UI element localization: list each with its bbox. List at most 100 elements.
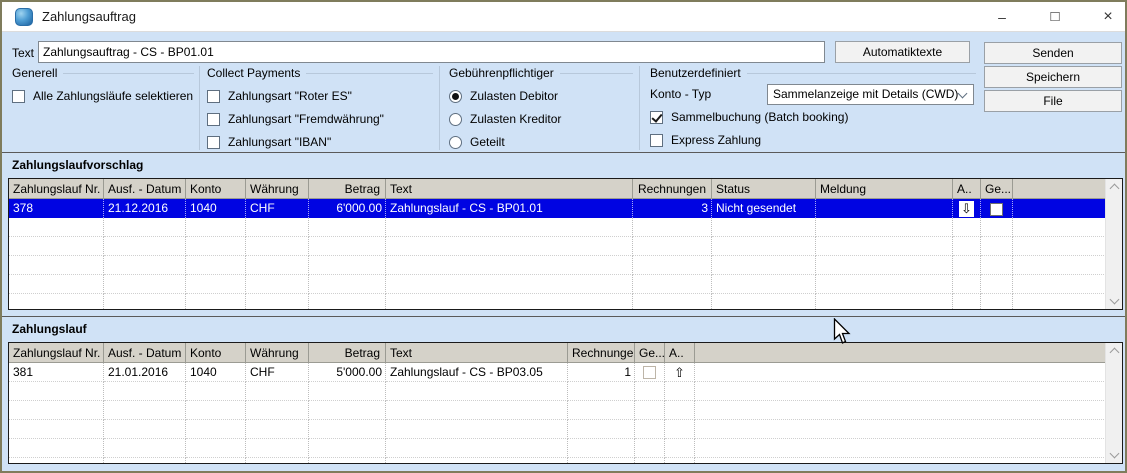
lauf-table: Zahlungslauf Nr. Ausf. - Datum Konto Wäh…	[8, 342, 1123, 464]
scroll-down-icon[interactable]	[1110, 449, 1120, 459]
automatiktexte-button[interactable]: Automatiktexte	[835, 41, 970, 63]
row-checkbox[interactable]	[990, 203, 1003, 216]
vorschlag-table-row[interactable]: 378 21.12.2016 1040 CHF 6'000.00 Zahlung…	[9, 199, 1122, 218]
cell-ge-checkbox[interactable]	[635, 363, 665, 382]
column-header[interactable]: Ge...	[981, 179, 1013, 199]
text-input[interactable]	[38, 41, 825, 63]
column-header[interactable]: Ausf. - Datum	[104, 179, 186, 199]
empty-row: ..........	[9, 439, 1122, 458]
top-panel: Text Automatiktexte Senden Speichern Fil…	[2, 33, 1125, 152]
zahlungsart-iban-checkbox[interactable]	[207, 136, 220, 149]
empty-row: ..........	[9, 458, 1122, 464]
group-divider	[639, 66, 640, 150]
cell-konto: 1040	[186, 199, 246, 218]
zahlungsart-roter-es-checkbox[interactable]	[207, 90, 220, 103]
column-header[interactable]: A..	[953, 179, 981, 199]
column-header[interactable]: Ausf. - Datum	[104, 343, 186, 363]
speichern-button[interactable]: Speichern	[984, 66, 1122, 88]
column-header[interactable]: Währung	[246, 179, 309, 199]
zahlungsart-iban-row[interactable]: Zahlungsart "IBAN"	[207, 135, 433, 149]
zulasten-kreditor-row[interactable]: Zulasten Kreditor	[449, 112, 633, 126]
cell-waehrung: CHF	[246, 199, 309, 218]
group-divider	[439, 66, 440, 150]
cell-meldung	[816, 199, 953, 218]
minimize-button[interactable]: –	[985, 6, 1019, 28]
file-button[interactable]: File	[984, 90, 1122, 112]
lauf-table-scrollbar[interactable]	[1105, 343, 1122, 463]
column-header[interactable]: Zahlungslauf Nr.	[9, 179, 104, 199]
text-field-label: Text	[12, 46, 34, 60]
lauf-section-title: Zahlungslauf	[12, 322, 87, 336]
sammelbuchung-row[interactable]: Sammelbuchung (Batch booking)	[650, 110, 976, 124]
column-header[interactable]: Text	[386, 179, 633, 199]
cell-arrow: ⇧	[665, 363, 695, 382]
group-gebuehrenpflichtiger: Gebührenpflichtiger Zulasten Debitor Zul…	[449, 66, 633, 149]
arrow-up-icon: ⇧	[672, 365, 687, 381]
zahlungsart-roter-es-row[interactable]: Zahlungsart "Roter ES"	[207, 89, 433, 103]
cell-zahlungslauf-nr: 378	[9, 199, 104, 218]
vorschlag-table-scrollbar[interactable]	[1105, 179, 1122, 309]
column-header[interactable]: Konto	[186, 343, 246, 363]
lauf-table-row[interactable]: 381 21.01.2016 1040 CHF 5'000.00 Zahlung…	[9, 363, 1122, 382]
zahlungsart-fremdwaehrung-label: Zahlungsart "Fremdwährung"	[228, 112, 384, 126]
zulasten-kreditor-radio[interactable]	[449, 113, 462, 126]
group-benutzerdefiniert-label: Benutzerdefiniert	[650, 66, 976, 80]
sammelbuchung-label: Sammelbuchung (Batch booking)	[671, 110, 848, 124]
scroll-down-icon[interactable]	[1110, 295, 1120, 305]
column-header[interactable]: Rechnungen	[633, 179, 712, 199]
cell-betrag: 5'000.00	[309, 363, 386, 382]
maximize-button[interactable]: □	[1038, 6, 1072, 28]
select-all-checkbox-row[interactable]: Alle Zahlungsläufe selektieren	[12, 89, 194, 103]
geteilt-radio[interactable]	[449, 136, 462, 149]
senden-button[interactable]: Senden	[984, 42, 1122, 64]
cell-ge-checkbox[interactable]	[981, 199, 1013, 218]
column-header[interactable]: A..	[665, 343, 695, 363]
empty-row: ..........	[9, 382, 1122, 401]
column-header[interactable]: Betrag	[309, 343, 386, 363]
section-divider	[2, 316, 1127, 317]
geteilt-row[interactable]: Geteilt	[449, 135, 633, 149]
column-header[interactable]: Status	[712, 179, 816, 199]
express-zahlung-checkbox[interactable]	[650, 134, 663, 147]
zahlungsart-fremdwaehrung-row[interactable]: Zahlungsart "Fremdwährung"	[207, 112, 433, 126]
column-header[interactable]: Betrag	[309, 179, 386, 199]
group-collect-payments-label: Collect Payments	[207, 66, 433, 80]
zahlungsart-fremdwaehrung-checkbox[interactable]	[207, 113, 220, 126]
vorschlag-table: Zahlungslauf Nr. Ausf. - Datum Konto Wäh…	[8, 178, 1123, 310]
chevron-down-icon	[958, 89, 968, 99]
select-all-checkbox[interactable]	[12, 90, 25, 103]
scroll-up-icon[interactable]	[1110, 348, 1120, 358]
konto-typ-dropdown[interactable]: Sammelanzeige mit Details (CWD)	[767, 84, 974, 105]
titlebar: Zahlungsauftrag – □ ×	[2, 2, 1125, 32]
express-zahlung-row[interactable]: Express Zahlung	[650, 133, 976, 147]
column-header[interactable]: Ge...	[635, 343, 665, 363]
vorschlag-table-header: Zahlungslauf Nr. Ausf. - Datum Konto Wäh…	[9, 179, 1122, 199]
empty-row: ............	[9, 294, 1122, 310]
column-header[interactable]: Währung	[246, 343, 309, 363]
zulasten-debitor-row[interactable]: Zulasten Debitor	[449, 89, 633, 103]
zulasten-debitor-radio[interactable]	[449, 90, 462, 103]
cell-zahlungslauf-nr: 381	[9, 363, 104, 382]
group-gebuehrenpflichtiger-label: Gebührenpflichtiger	[449, 66, 633, 80]
close-button[interactable]: ×	[1091, 6, 1125, 28]
column-header[interactable]: Rechnungen	[568, 343, 635, 363]
sammelbuchung-checkbox[interactable]	[650, 111, 663, 124]
arrow-down-icon: ⇩	[959, 201, 974, 217]
zahlungsauftrag-window: Zahlungsauftrag – □ × Text Automatiktext…	[0, 0, 1127, 473]
cell-status: Nicht gesendet	[712, 199, 816, 218]
express-zahlung-label: Express Zahlung	[671, 133, 761, 147]
cell-rechnungen: 1	[568, 363, 635, 382]
scroll-up-icon[interactable]	[1110, 184, 1120, 194]
cell-text: Zahlungslauf - CS - BP01.01	[386, 199, 633, 218]
group-generell: Generell Alle Zahlungsläufe selektieren	[12, 66, 194, 103]
column-header[interactable]: Konto	[186, 179, 246, 199]
zulasten-debitor-label: Zulasten Debitor	[470, 89, 558, 103]
empty-row: ............	[9, 218, 1122, 237]
column-header[interactable]: Meldung	[816, 179, 953, 199]
zahlungsart-roter-es-label: Zahlungsart "Roter ES"	[228, 89, 352, 103]
cell-ausf-datum: 21.01.2016	[104, 363, 186, 382]
group-divider	[199, 66, 200, 150]
column-header[interactable]: Text	[386, 343, 568, 363]
row-checkbox[interactable]	[643, 366, 656, 379]
column-header[interactable]: Zahlungslauf Nr.	[9, 343, 104, 363]
